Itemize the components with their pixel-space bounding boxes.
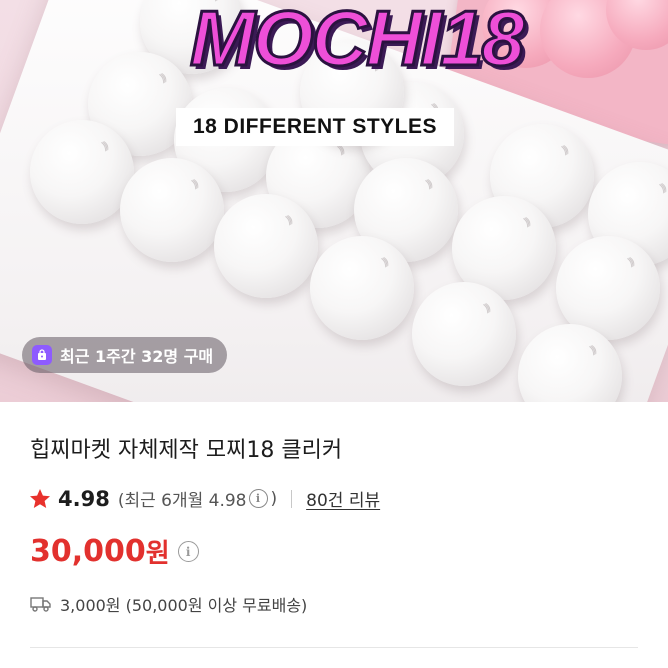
shipping-text: 3,000원 (50,000원 이상 무료배송) [60, 596, 308, 615]
clicker-ball [412, 282, 516, 386]
rating-score: 4.98 [58, 486, 110, 511]
recent-purchase-badge: 최근 1주간 32명 구매 [22, 337, 228, 373]
product-title: 힙찌마켓 자체제작 모찌18 클리커 [30, 438, 343, 463]
rating-detail-text: (최근 6개월 4.98 [117, 491, 247, 511]
star-icon [30, 488, 50, 508]
clicker-ball [214, 194, 318, 298]
clicker-ball [120, 158, 224, 262]
price-unit: 원 [145, 539, 170, 569]
price-row: 30,000 원 i [30, 533, 199, 570]
price-info-icon[interactable]: i [177, 541, 199, 562]
clicker-ball [310, 236, 414, 340]
section-divider [30, 647, 638, 648]
brand-logo-text: MOCHI18 [189, 0, 527, 84]
shopping-bag-icon [32, 345, 52, 365]
review-count-link[interactable]: 80건 리뷰 [306, 486, 380, 511]
product-image[interactable]: MOCHI18 18 DIFFERENT STYLES 최근 1주간 32명 구… [0, 0, 668, 402]
divider-vertical [291, 489, 293, 508]
shipping-row: 3,000원 (50,000원 이상 무료배송) [30, 592, 307, 616]
clicker-ball [30, 120, 134, 224]
rating-detail-close: ) [270, 488, 278, 509]
delivery-truck-icon [30, 597, 51, 612]
info-icon[interactable]: i [248, 489, 268, 508]
styles-tag: 18 DIFFERENT STYLES [176, 108, 454, 146]
price-amount: 30,000 [30, 534, 146, 569]
recent-purchase-text: 최근 1주간 32명 구매 [60, 347, 214, 366]
rating-row: 4.98 (최근 6개월 4.98 i ) 80건 리뷰 [28, 486, 380, 511]
rating-detail: (최근 6개월 4.98 i ) [117, 486, 278, 512]
